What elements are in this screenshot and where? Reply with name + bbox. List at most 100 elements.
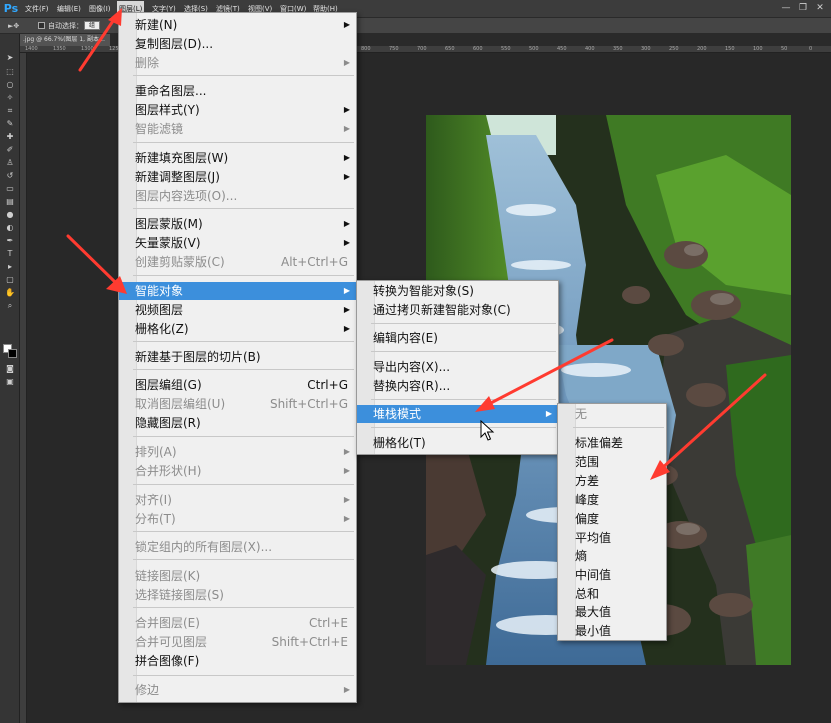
layer-menu-item-label: 重命名图层...: [135, 84, 207, 98]
stack-mode-menu-item[interactable]: 总和: [558, 585, 666, 603]
layer-menu-item[interactable]: 矢量蒙版(V) ▶: [119, 234, 356, 252]
toolbox: ➤ ⬚ ○ ✧ ⌗ ✎ ✚ ✐ ♙ ↺ ▭ ▤ ● ◐ ✒ T ▸ ▢ ✋ ⌕ …: [0, 34, 20, 723]
screen-mode-icon[interactable]: ▣: [4, 377, 16, 387]
type-tool-icon[interactable]: T: [4, 249, 16, 259]
stack-mode-menu-item[interactable]: 中间值: [558, 566, 666, 584]
ruler-label: 1400: [25, 46, 38, 52]
smart-object-menu-item[interactable]: 堆栈模式 ▶: [357, 405, 558, 423]
layer-menu-item[interactable]: 排列(A) ▶: [119, 443, 356, 461]
stack-mode-menu-item[interactable]: 标准偏差: [558, 434, 666, 452]
stack-mode-menu-item[interactable]: 最小值: [558, 622, 666, 640]
chevron-right-icon: ▶: [343, 219, 351, 228]
history-brush-icon[interactable]: ↺: [4, 171, 16, 181]
restore-icon[interactable]: ❐: [797, 2, 809, 14]
layer-menu-item[interactable]: 合并可见图层 Shift+Ctrl+E: [119, 633, 356, 651]
shape-tool-icon[interactable]: ▢: [4, 275, 16, 285]
layer-menu-item[interactable]: 对齐(I) ▶: [119, 491, 356, 509]
path-select-icon[interactable]: ▸: [4, 262, 16, 272]
layer-menu-item[interactable]: 修边 ▶: [119, 681, 356, 699]
layer-menu-item[interactable]: 合并图层(E) Ctrl+E: [119, 614, 356, 632]
layer-menu-item[interactable]: 图层内容选项(O)...: [119, 187, 356, 205]
menu-file[interactable]: 文件(F): [23, 3, 51, 16]
pen-tool-icon[interactable]: ✒: [4, 236, 16, 246]
zoom-tool-icon[interactable]: ⌕: [4, 301, 16, 311]
menu-edit[interactable]: 编辑(E): [55, 3, 83, 16]
stack-mode-menu-item[interactable]: 熵: [558, 547, 666, 565]
layer-menu-item-label: 图层样式(Y): [135, 103, 200, 117]
ruler-label: 50: [781, 46, 788, 52]
stack-mode-menu-item[interactable]: 平均值: [558, 529, 666, 547]
layer-menu-item[interactable]: 新建调整图层(J) ▶: [119, 168, 356, 186]
stack-mode-menu-item[interactable]: 峰度: [558, 491, 666, 509]
smart-object-menu-item[interactable]: 栅格化(T): [357, 434, 558, 452]
stack-mode-menu-item[interactable]: 偏度: [558, 510, 666, 528]
background-color-swatch[interactable]: [8, 349, 17, 358]
eyedropper-icon[interactable]: ✎: [4, 119, 16, 129]
menu-separator: [371, 427, 556, 428]
layer-menu-item[interactable]: 新建基于图层的切片(B): [119, 348, 356, 366]
layer-menu-item[interactable]: 智能对象 ▶: [119, 282, 356, 300]
hand-tool-icon[interactable]: ✋: [4, 288, 16, 298]
layer-menu-item[interactable]: 视频图层 ▶: [119, 301, 356, 319]
move-tool-icon[interactable]: ➤: [4, 53, 16, 63]
layer-menu-item[interactable]: 拼合图像(F): [119, 652, 356, 670]
stack-mode-menu-item[interactable]: 无: [558, 405, 666, 423]
layer-menu-item[interactable]: 链接图层(K): [119, 567, 356, 585]
layer-menu-item[interactable]: 智能滤镜 ▶: [119, 120, 356, 138]
auto-select-checkbox[interactable]: [38, 22, 45, 29]
layer-menu-item[interactable]: 复制图层(D)...: [119, 35, 356, 53]
crop-tool-icon[interactable]: ⌗: [4, 106, 16, 116]
document-tab[interactable]: .jpg @ 66.7%(图层 1, 副本…: [20, 34, 110, 46]
move-tool-icon[interactable]: ►✥: [8, 21, 19, 31]
menu-image[interactable]: 图像(I): [87, 3, 113, 16]
dodge-tool-icon[interactable]: ◐: [4, 223, 16, 233]
menu-separator: [133, 484, 354, 485]
gradient-tool-icon[interactable]: ▤: [4, 197, 16, 207]
layer-menu-item[interactable]: 创建剪贴蒙版(C) Alt+Ctrl+G: [119, 253, 356, 271]
clone-stamp-icon[interactable]: ♙: [4, 158, 16, 168]
ruler-label: 300: [641, 46, 651, 52]
layer-menu-item[interactable]: 重命名图层...: [119, 82, 356, 100]
layer-menu-item[interactable]: 图层样式(Y) ▶: [119, 101, 356, 119]
layer-menu-item[interactable]: 选择链接图层(S): [119, 586, 356, 604]
layer-menu-item[interactable]: 锁定组内的所有图层(X)...: [119, 538, 356, 556]
marquee-tool-icon[interactable]: ⬚: [4, 67, 16, 77]
menu-separator: [133, 531, 354, 532]
minimize-icon[interactable]: —: [780, 2, 792, 14]
stack-mode-menu-item-label: 峰度: [575, 493, 600, 507]
layer-menu-item-shortcut: Alt+Ctrl+G: [280, 255, 348, 269]
stack-mode-menu-item[interactable]: 最大值: [558, 603, 666, 621]
layer-menu-item[interactable]: 图层蒙版(M) ▶: [119, 215, 356, 233]
layer-menu-item[interactable]: 隐藏图层(R): [119, 414, 356, 432]
layer-menu-item[interactable]: 取消图层编组(U) Shift+Ctrl+G: [119, 395, 356, 413]
stack-mode-menu-item[interactable]: 方差: [558, 472, 666, 490]
brush-tool-icon[interactable]: ✐: [4, 145, 16, 155]
layer-menu-item-label: 删除: [135, 56, 160, 70]
layer-menu-item[interactable]: 删除 ▶: [119, 54, 356, 72]
smart-object-menu-item[interactable]: 通过拷贝新建智能对象(C): [357, 301, 558, 319]
eraser-tool-icon[interactable]: ▭: [4, 184, 16, 194]
layer-menu-item[interactable]: 图层编组(G) Ctrl+G: [119, 376, 356, 394]
ruler-label: 150: [725, 46, 735, 52]
layer-menu-item[interactable]: 新建(N) ▶: [119, 16, 356, 34]
lasso-tool-icon[interactable]: ○: [4, 80, 16, 90]
smart-object-menu-item[interactable]: 转换为智能对象(S): [357, 282, 558, 300]
auto-select-dropdown[interactable]: 组: [84, 21, 100, 30]
smart-object-menu-item[interactable]: 编辑内容(E): [357, 329, 558, 347]
chevron-right-icon: ▶: [343, 20, 351, 29]
ruler-label: 0: [809, 46, 813, 52]
layer-menu-item[interactable]: 栅格化(Z) ▶: [119, 320, 356, 338]
layer-menu-item[interactable]: 新建填充图层(W) ▶: [119, 149, 356, 167]
magic-wand-icon[interactable]: ✧: [4, 93, 16, 103]
stack-mode-menu-item[interactable]: 范围: [558, 453, 666, 471]
layer-menu-item[interactable]: 合并形状(H) ▶: [119, 462, 356, 480]
blur-tool-icon[interactable]: ●: [4, 210, 16, 220]
stack-mode-menu-item-label: 熵: [575, 549, 588, 563]
smart-object-menu-item[interactable]: 导出内容(X)...: [357, 358, 558, 376]
quick-mask-icon[interactable]: ◙: [4, 364, 16, 374]
stack-mode-menu-item-label: 最小值: [575, 624, 612, 638]
smart-object-menu-item[interactable]: 替换内容(R)...: [357, 377, 558, 395]
healing-brush-icon[interactable]: ✚: [4, 132, 16, 142]
close-icon[interactable]: ✕: [814, 2, 826, 14]
layer-menu-item[interactable]: 分布(T) ▶: [119, 510, 356, 528]
